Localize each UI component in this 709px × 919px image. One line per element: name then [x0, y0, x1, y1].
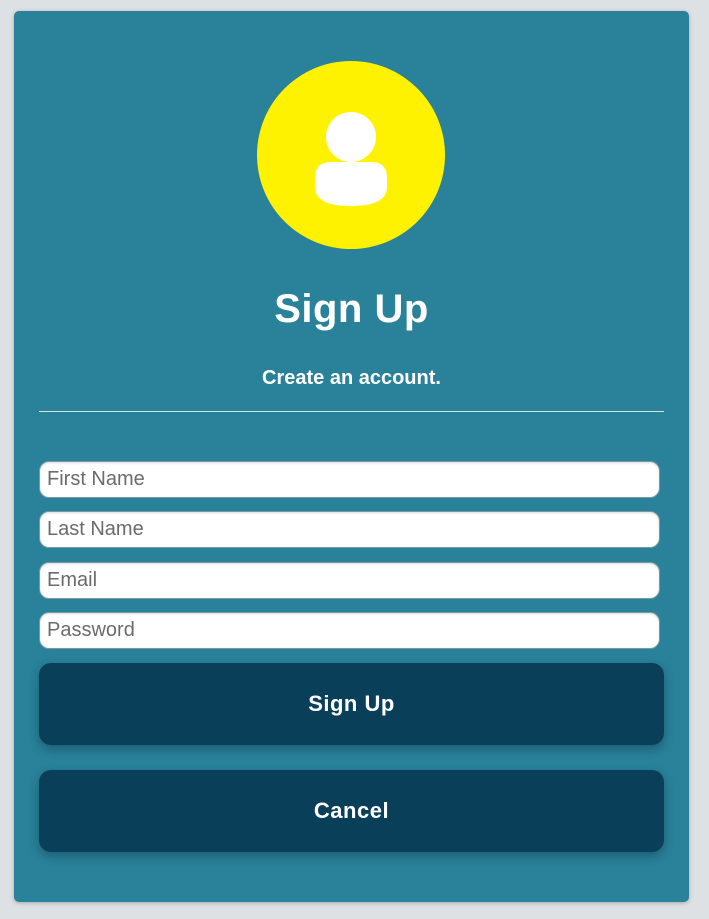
- page-subtitle: Create an account.: [262, 367, 441, 389]
- password-field[interactable]: [39, 612, 660, 649]
- email-field[interactable]: [39, 562, 660, 599]
- last-name-field[interactable]: [39, 511, 660, 548]
- divider: [39, 411, 664, 412]
- sign-up-button[interactable]: Sign Up: [39, 663, 664, 745]
- avatar: [257, 61, 445, 249]
- signup-card: Sign Up Create an account. Sign Up Cance…: [14, 11, 689, 902]
- cancel-button[interactable]: Cancel: [39, 770, 664, 852]
- first-name-field[interactable]: [39, 461, 660, 498]
- page-title: Sign Up: [274, 287, 429, 331]
- user-icon: [315, 112, 387, 206]
